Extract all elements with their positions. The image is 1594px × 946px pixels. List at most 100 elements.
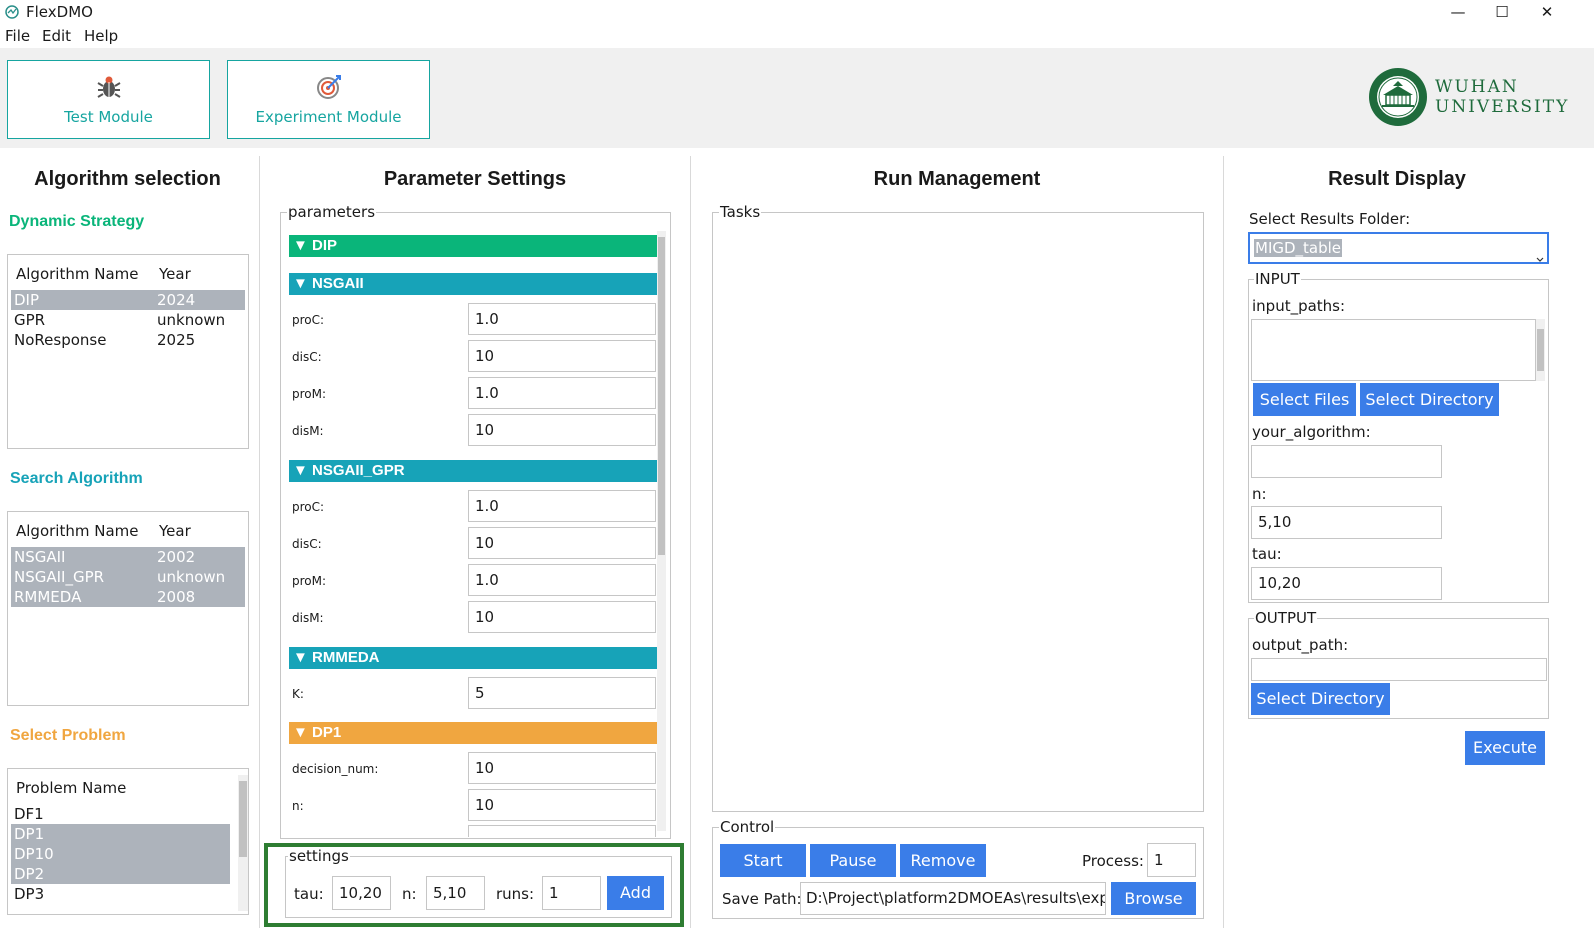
list-item[interactable]: GPR unknown [11,310,245,330]
menu-bar: File Edit Help [0,24,1594,48]
menu-help[interactable]: Help [84,27,118,45]
close-button[interactable]: ✕ [1536,1,1558,23]
list-item[interactable]: NSGAII 2002 [11,547,245,567]
algorithm-selection-title: Algorithm selection [34,168,221,190]
list-item[interactable]: DF1 [11,804,230,824]
process-input[interactable]: 1 [1147,843,1196,877]
section-header-dip[interactable]: ▼ DIP [289,235,659,257]
add-button[interactable]: Add [607,876,664,910]
input-label: INPUT [1254,270,1301,288]
browse-button[interactable]: Browse [1111,882,1196,915]
list-item[interactable]: DP10 [11,844,230,864]
select-problem-label: Select Problem [10,727,126,744]
section-header-dp1[interactable]: ▼ DP1 [289,722,659,744]
logo-line2: UNIVERSITY [1435,97,1570,117]
dynamic-strategy-label: Dynamic Strategy [9,213,145,230]
param-label: disM: [292,424,324,438]
experiment-module-button[interactable]: Experiment Module [227,60,430,139]
problem-list[interactable]: Problem Name DF1 DP1 DP10 DP2 DP3 [7,768,249,915]
university-name: WUHAN UNIVERSITY [1435,77,1569,117]
tau-input[interactable]: 10,20 [332,876,391,910]
control-groupbox: Control Start Pause Remove Process: 1 Sa… [712,818,1204,919]
scrollbar-thumb[interactable] [239,781,247,857]
header-year: Year [159,265,191,283]
remove-button[interactable]: Remove [900,844,986,877]
select-files-button[interactable]: Select Files [1253,383,1356,416]
runs-input[interactable]: 1 [542,876,601,910]
list-item[interactable]: DP2 [11,864,230,884]
settings-groupbox: settings tau: 10,20 n: 5,10 runs: 1 Add [285,847,672,918]
process-label: Process: [1082,852,1144,870]
param-input[interactable]: 10 [468,789,656,821]
n-label: n: [1252,485,1267,503]
param-input[interactable]: 10 [468,527,656,559]
menu-edit[interactable]: Edit [42,27,71,45]
section-header-nsgaii-gpr[interactable]: ▼ NSGAII_GPR [289,460,659,482]
minimize-button[interactable]: — [1447,1,1469,23]
select-results-folder-label: Select Results Folder: [1249,210,1411,228]
header-algorithm-name: Algorithm Name [16,265,139,283]
param-input[interactable]: 1.0 [468,303,656,335]
dynamic-strategy-list[interactable]: Algorithm Name Year DIP 2024 GPR unknown N… [7,254,249,449]
problem-list-scrollbar[interactable] [238,775,248,911]
param-input[interactable]: 10 [468,601,656,633]
param-label: proC: [292,313,325,327]
param-input[interactable]: 10 [468,340,656,372]
maximize-button[interactable]: ☐ [1491,1,1513,23]
section-header-rmmeda[interactable]: ▼ RMMEDA [289,647,659,669]
n-label: n: [402,885,417,903]
scrollbar-thumb[interactable] [1537,329,1544,371]
settings-label: settings [288,847,350,865]
param-label: disC: [292,537,322,551]
pause-button[interactable]: Pause [810,844,896,877]
list-item[interactable]: NoResponse 2025 [11,330,245,350]
results-folder-value: MIGD_table [1254,239,1343,257]
tasks-groupbox[interactable]: Tasks [712,203,1204,812]
n-input[interactable]: 5,10 [426,876,485,910]
save-path-label: Save Path: [722,890,802,908]
tasks-label: Tasks [719,203,762,221]
header-problem-name: Problem Name [16,779,127,797]
test-module-label: Test Module [64,108,153,126]
results-folder-select[interactable]: MIGD_table [1248,232,1549,264]
input-paths-scrollbar[interactable] [1536,319,1545,381]
run-management-title: Run Management [873,168,1041,190]
output-path-input[interactable] [1251,658,1547,681]
param-input[interactable]: 1.0 [468,564,656,596]
select-directory-button[interactable]: Select Directory [1360,383,1499,416]
list-item[interactable]: NSGAII_GPR unknown [11,567,245,587]
start-button[interactable]: Start [720,844,806,877]
param-input[interactable]: 1.0 [468,377,656,409]
test-module-button[interactable]: Test Module [7,60,210,139]
section-header-nsgaii[interactable]: ▼ NSGAII [289,273,659,295]
control-label: Control [719,818,776,836]
parameter-settings-title: Parameter Settings [383,168,567,190]
param-input[interactable]: 10 [468,752,656,784]
input-paths-label: input_paths: [1252,297,1346,315]
list-item[interactable]: RMMEDA 2008 [11,587,245,607]
menu-file[interactable]: File [5,27,30,45]
parameters-scrollbar[interactable] [657,231,666,831]
search-algorithm-list[interactable]: Algorithm Name Year NSGAII 2002 NSGAII_GP… [7,511,249,706]
output-select-directory-button[interactable]: Select Directory [1251,683,1390,715]
scrollbar-thumb[interactable] [658,237,665,555]
list-item[interactable]: DP3 [11,884,230,904]
param-label: proC: [292,500,325,514]
input-paths-field[interactable] [1251,319,1536,381]
bug-icon [95,73,123,101]
parameters-groupbox: parameters ▼ DIP ▼ NSGAII proC: 1.0 disC… [280,203,671,839]
n-input[interactable]: 5,10 [1251,506,1442,539]
execute-button[interactable]: Execute [1465,731,1545,765]
param-input[interactable]: 5 [468,677,656,709]
header-year: Year [159,522,191,540]
list-item[interactable]: DP1 [11,824,230,844]
chevron-down-icon [1536,248,1544,267]
save-path-input[interactable]: D:\Project\platform2DMOEAs\results\exp [800,882,1106,915]
target-icon [315,73,343,101]
list-item[interactable]: DIP 2024 [11,290,245,310]
param-input[interactable]: 10 [468,414,656,446]
your-algorithm-input[interactable] [1251,445,1442,478]
app-icon [4,4,20,24]
tau-input[interactable]: 10,20 [1251,567,1442,600]
param-input[interactable]: 1.0 [468,490,656,522]
